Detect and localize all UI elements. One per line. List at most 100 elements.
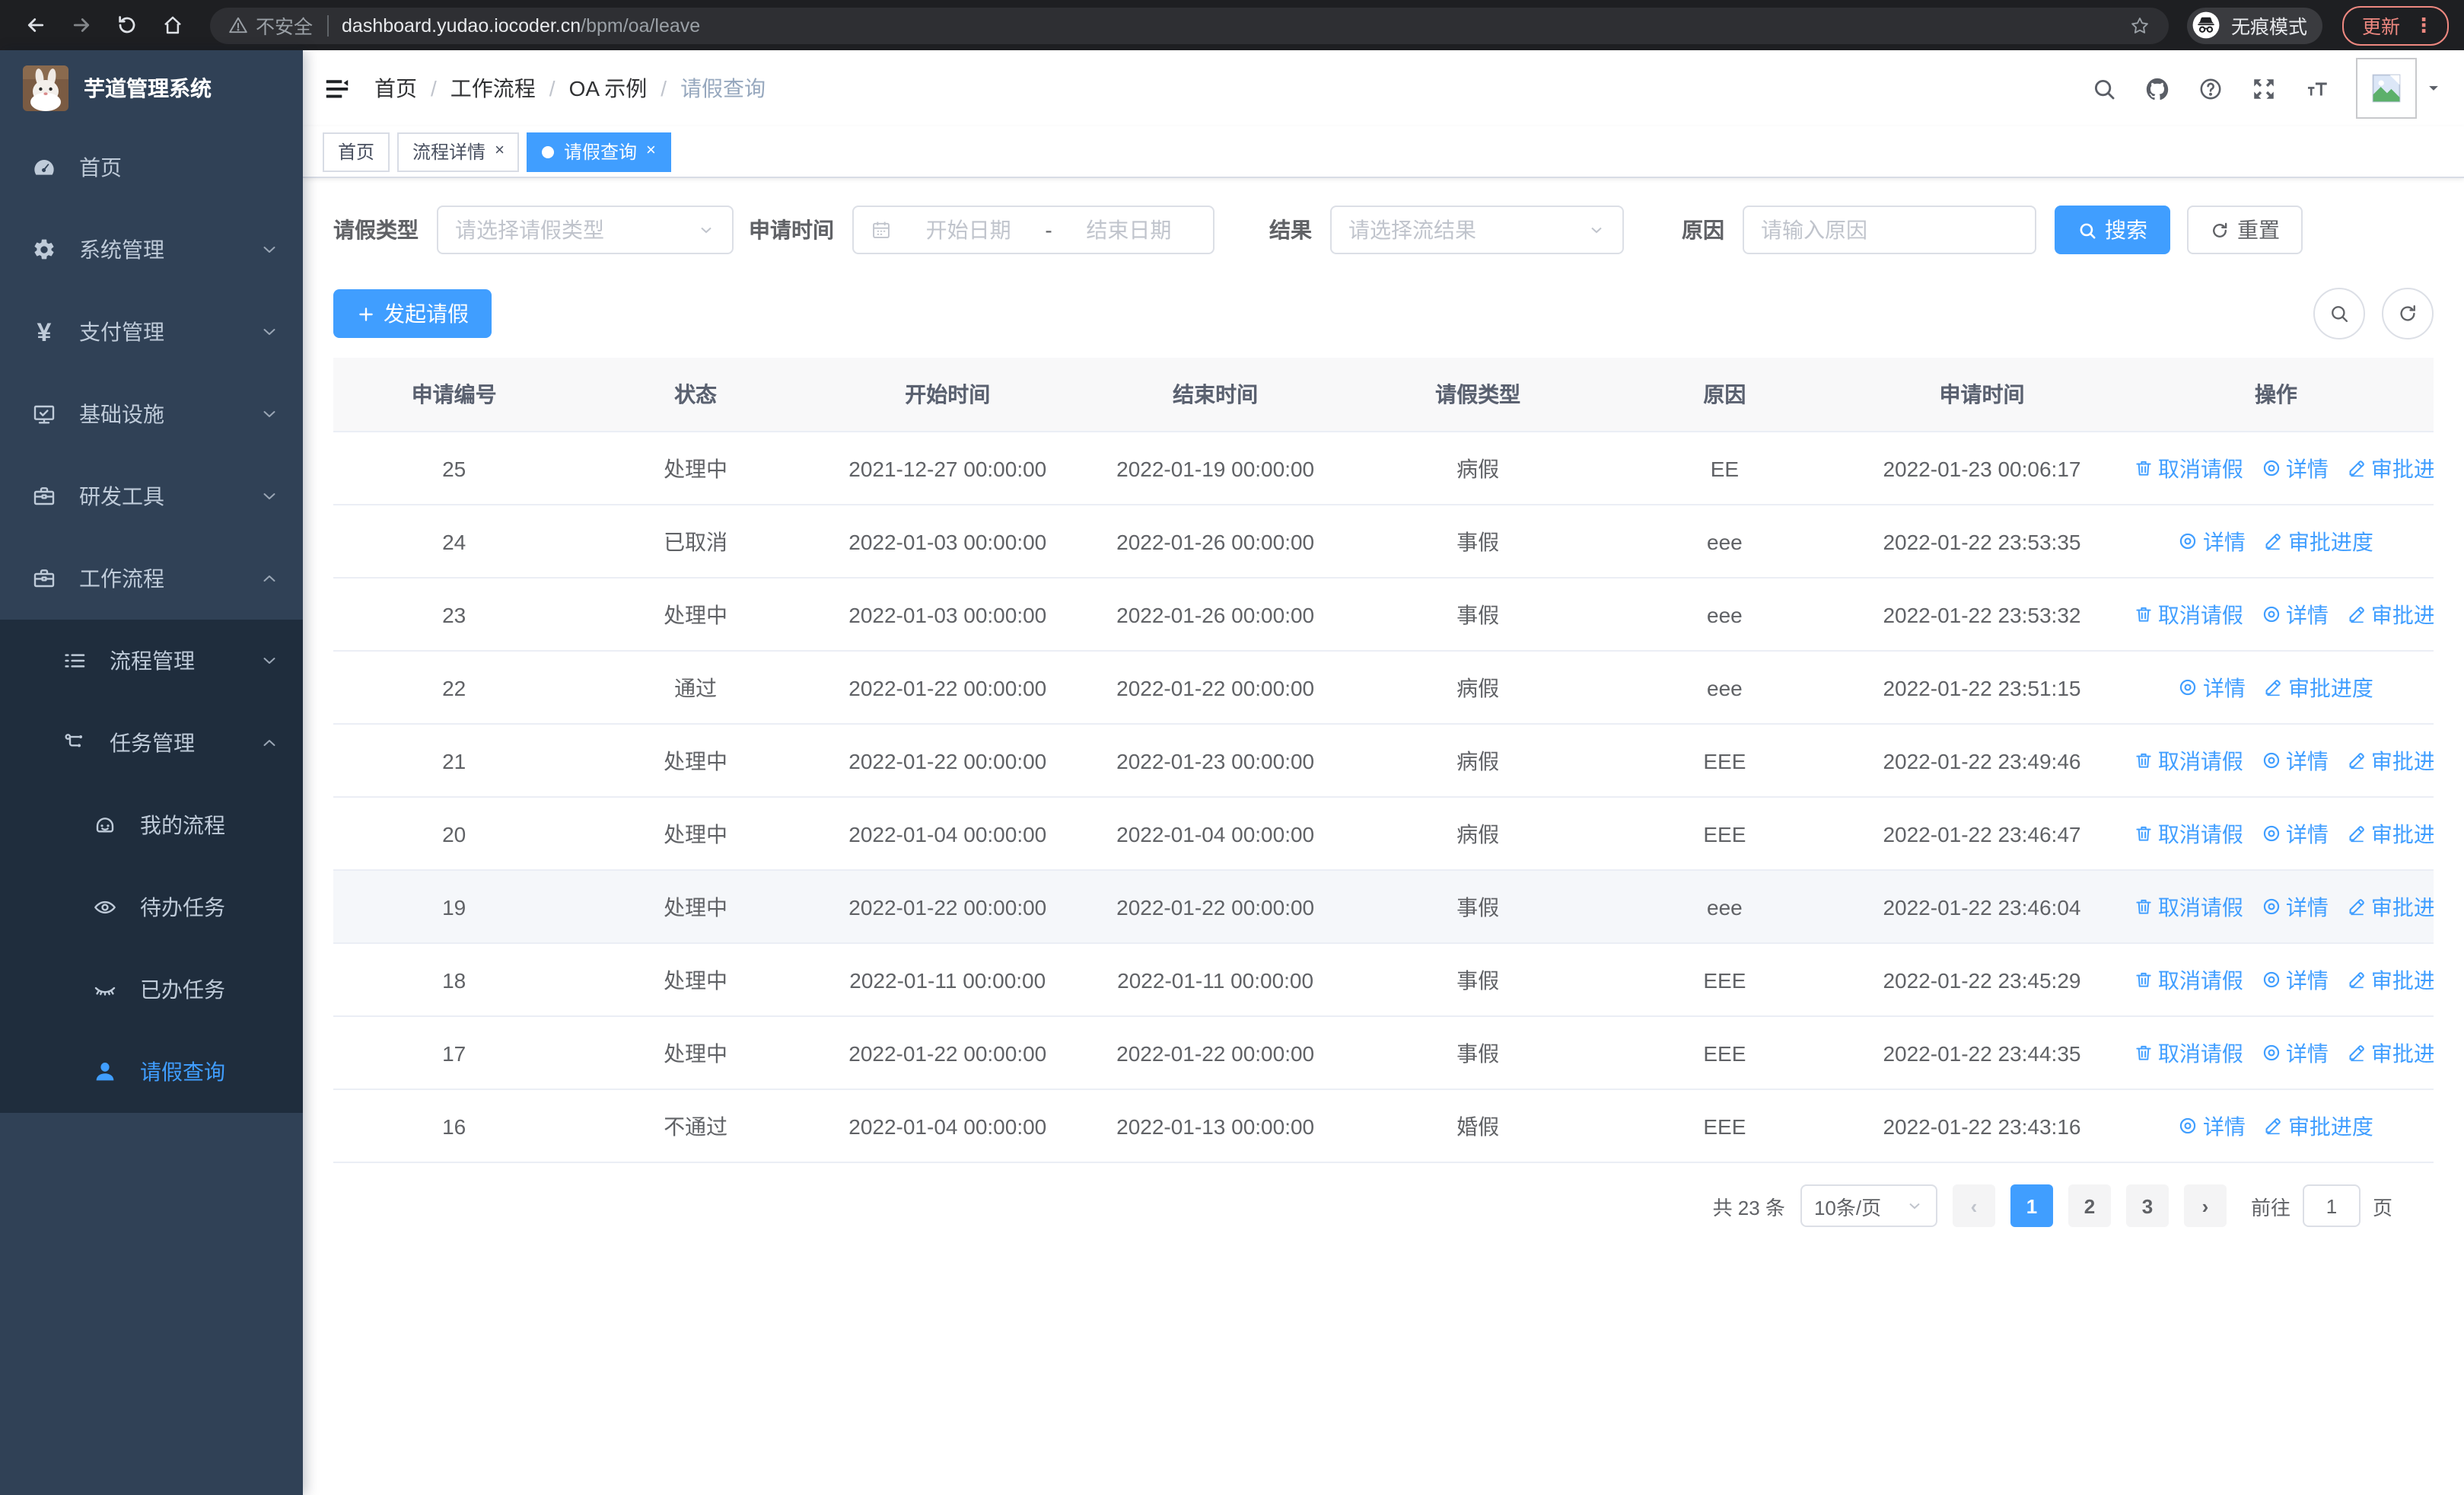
- breadcrumb-item-2[interactable]: 工作流程: [450, 73, 536, 104]
- url-path: /bpm/oa/leave: [581, 14, 701, 36]
- security-label: 不安全: [256, 17, 314, 38]
- toggle-search-button[interactable]: [2313, 288, 2365, 339]
- action-cancel-link[interactable]: 取消请假: [2134, 818, 2243, 849]
- page-button-2[interactable]: 2: [2068, 1184, 2111, 1227]
- action-progress-link[interactable]: 审批进度: [2347, 599, 2434, 630]
- action-progress-link[interactable]: 审批进度: [2347, 818, 2434, 849]
- search-icon[interactable]: [2090, 75, 2117, 102]
- close-icon[interactable]: ×: [646, 142, 656, 160]
- action-detail-link[interactable]: 详情: [2179, 1111, 2246, 1141]
- sidebar-item-5[interactable]: 研发工具: [0, 455, 303, 537]
- page-size-select[interactable]: 10条/页: [1800, 1184, 1937, 1227]
- breadcrumb-item-3[interactable]: OA 示例: [569, 73, 648, 104]
- create-leave-button[interactable]: 发起请假: [333, 289, 492, 338]
- action-cancel-link[interactable]: 取消请假: [2134, 964, 2243, 995]
- github-icon[interactable]: [2143, 75, 2170, 102]
- browser-home-icon[interactable]: [152, 5, 192, 45]
- font-size-icon[interactable]: [2303, 75, 2330, 102]
- cell-start: 2022-01-22 00:00:00: [816, 1016, 1079, 1090]
- browser-back-icon[interactable]: [15, 5, 55, 45]
- reset-button[interactable]: 重置: [2187, 206, 2303, 254]
- action-progress-link[interactable]: 审批进度: [2347, 964, 2434, 995]
- action-cancel-link[interactable]: 取消请假: [2134, 891, 2243, 922]
- sidebar-item-6[interactable]: 工作流程: [0, 537, 303, 620]
- action-detail-link[interactable]: 详情: [2179, 672, 2246, 703]
- cell-type: 病假: [1351, 651, 1604, 725]
- action-detail-link[interactable]: 详情: [2262, 891, 2329, 922]
- sidebar-item-11[interactable]: 已办任务: [0, 948, 303, 1031]
- cell-end: 2022-01-22 00:00:00: [1078, 870, 1352, 944]
- sidebar-item-8[interactable]: 任务管理: [0, 702, 303, 784]
- action-progress-link[interactable]: 审批进度: [2347, 453, 2434, 483]
- sidebar-item-label: 系统管理: [79, 237, 164, 262]
- browser-update-button[interactable]: 更新 ⋮: [2341, 5, 2449, 45]
- close-icon[interactable]: ×: [495, 142, 505, 160]
- result-select[interactable]: 请选择流结果: [1330, 206, 1624, 254]
- breadcrumb-separator: /: [431, 76, 437, 100]
- reason-input[interactable]: [1761, 218, 2018, 242]
- cell-type: 病假: [1351, 797, 1604, 871]
- action-progress-link[interactable]: 审批进度: [2264, 672, 2373, 703]
- action-detail-link[interactable]: 详情: [2262, 964, 2329, 995]
- action-detail-link[interactable]: 详情: [2179, 526, 2246, 556]
- trash-icon: [2134, 751, 2154, 770]
- action-progress-link[interactable]: 审批进度: [2347, 1038, 2434, 1068]
- action-label: 审批进度: [2287, 675, 2373, 700]
- action-progress-link[interactable]: 审批进度: [2264, 526, 2373, 556]
- sidebar-item-7[interactable]: 流程管理: [0, 620, 303, 702]
- action-detail-link[interactable]: 详情: [2262, 599, 2329, 630]
- sidebar-item-1[interactable]: 首页: [0, 126, 303, 209]
- action-cancel-link[interactable]: 取消请假: [2134, 453, 2243, 483]
- action-detail-link[interactable]: 详情: [2262, 818, 2329, 849]
- tag-view-tab-3[interactable]: 请假查询 ×: [527, 132, 671, 171]
- sidebar-item-4[interactable]: 基础设施: [0, 373, 303, 455]
- tag-view-tab-2[interactable]: 流程详情 ×: [397, 132, 520, 171]
- incognito-label: 无痕模式: [2230, 17, 2307, 38]
- sidebar-item-9[interactable]: 我的流程: [0, 784, 303, 866]
- action-cancel-link[interactable]: 取消请假: [2134, 599, 2243, 630]
- next-page-button[interactable]: ›: [2183, 1184, 2227, 1227]
- action-detail-link[interactable]: 详情: [2262, 1038, 2329, 1068]
- chevron-down-icon: [1587, 221, 1606, 239]
- action-progress-link[interactable]: 审批进度: [2347, 745, 2434, 776]
- browser-forward-icon[interactable]: [61, 5, 100, 45]
- avatar-image-placeholder-icon: [2356, 58, 2417, 119]
- action-cancel-link[interactable]: 取消请假: [2134, 745, 2243, 776]
- goto-page-input[interactable]: [2302, 1184, 2361, 1227]
- browser-menu-icon[interactable]: ⋮: [2414, 13, 2434, 37]
- refresh-icon: [2213, 222, 2227, 237]
- cell-status: 处理中: [575, 1016, 817, 1090]
- tag-view-tab-1[interactable]: 首页: [323, 132, 390, 171]
- action-detail-link[interactable]: 详情: [2262, 453, 2329, 483]
- action-detail-link[interactable]: 详情: [2262, 745, 2329, 776]
- result-label: 结果: [1269, 218, 1312, 242]
- not-secure-indicator[interactable]: 不安全: [228, 11, 313, 40]
- fullscreen-icon[interactable]: [2249, 75, 2277, 102]
- leave-type-select[interactable]: 请选择请假类型: [437, 206, 734, 254]
- action-progress-link[interactable]: 审批进度: [2264, 1111, 2373, 1141]
- url-separator: [326, 14, 329, 36]
- refresh-table-button[interactable]: [2382, 288, 2434, 339]
- action-progress-link[interactable]: 审批进度: [2347, 891, 2434, 922]
- sidebar-item-10[interactable]: 待办任务: [0, 866, 303, 948]
- bookmark-star-icon[interactable]: [2129, 14, 2150, 36]
- page-button-3[interactable]: 3: [2125, 1184, 2169, 1227]
- browser-reload-icon[interactable]: [107, 5, 146, 45]
- app-logo[interactable]: 芋道管理系统: [0, 50, 303, 126]
- sidebar-collapse-icon[interactable]: [323, 74, 352, 103]
- cell-reason: EEE: [1603, 1016, 1846, 1090]
- apply-time-range-picker[interactable]: 开始日期 - 结束日期: [852, 206, 1214, 254]
- breadcrumb-item-1[interactable]: 首页: [374, 73, 417, 104]
- page-button-1[interactable]: 1: [2010, 1184, 2053, 1227]
- search-icon: [2080, 222, 2096, 238]
- prev-page-button[interactable]: ‹: [1952, 1184, 1995, 1227]
- sidebar-item-3[interactable]: ¥ 支付管理: [0, 291, 303, 373]
- cell-actions: 取消请假 详情 审批进度: [2118, 578, 2434, 652]
- action-cancel-link[interactable]: 取消请假: [2134, 1038, 2243, 1068]
- address-bar[interactable]: 不安全 dashboard.yudao.iocoder.cn /bpm/oa/l…: [210, 7, 2169, 43]
- sidebar-item-2[interactable]: 系统管理: [0, 209, 303, 291]
- user-avatar[interactable]: [2356, 58, 2441, 119]
- sidebar-item-12[interactable]: 请假查询: [0, 1031, 303, 1113]
- help-icon[interactable]: [2196, 75, 2224, 102]
- search-button[interactable]: 搜索: [2055, 206, 2170, 254]
